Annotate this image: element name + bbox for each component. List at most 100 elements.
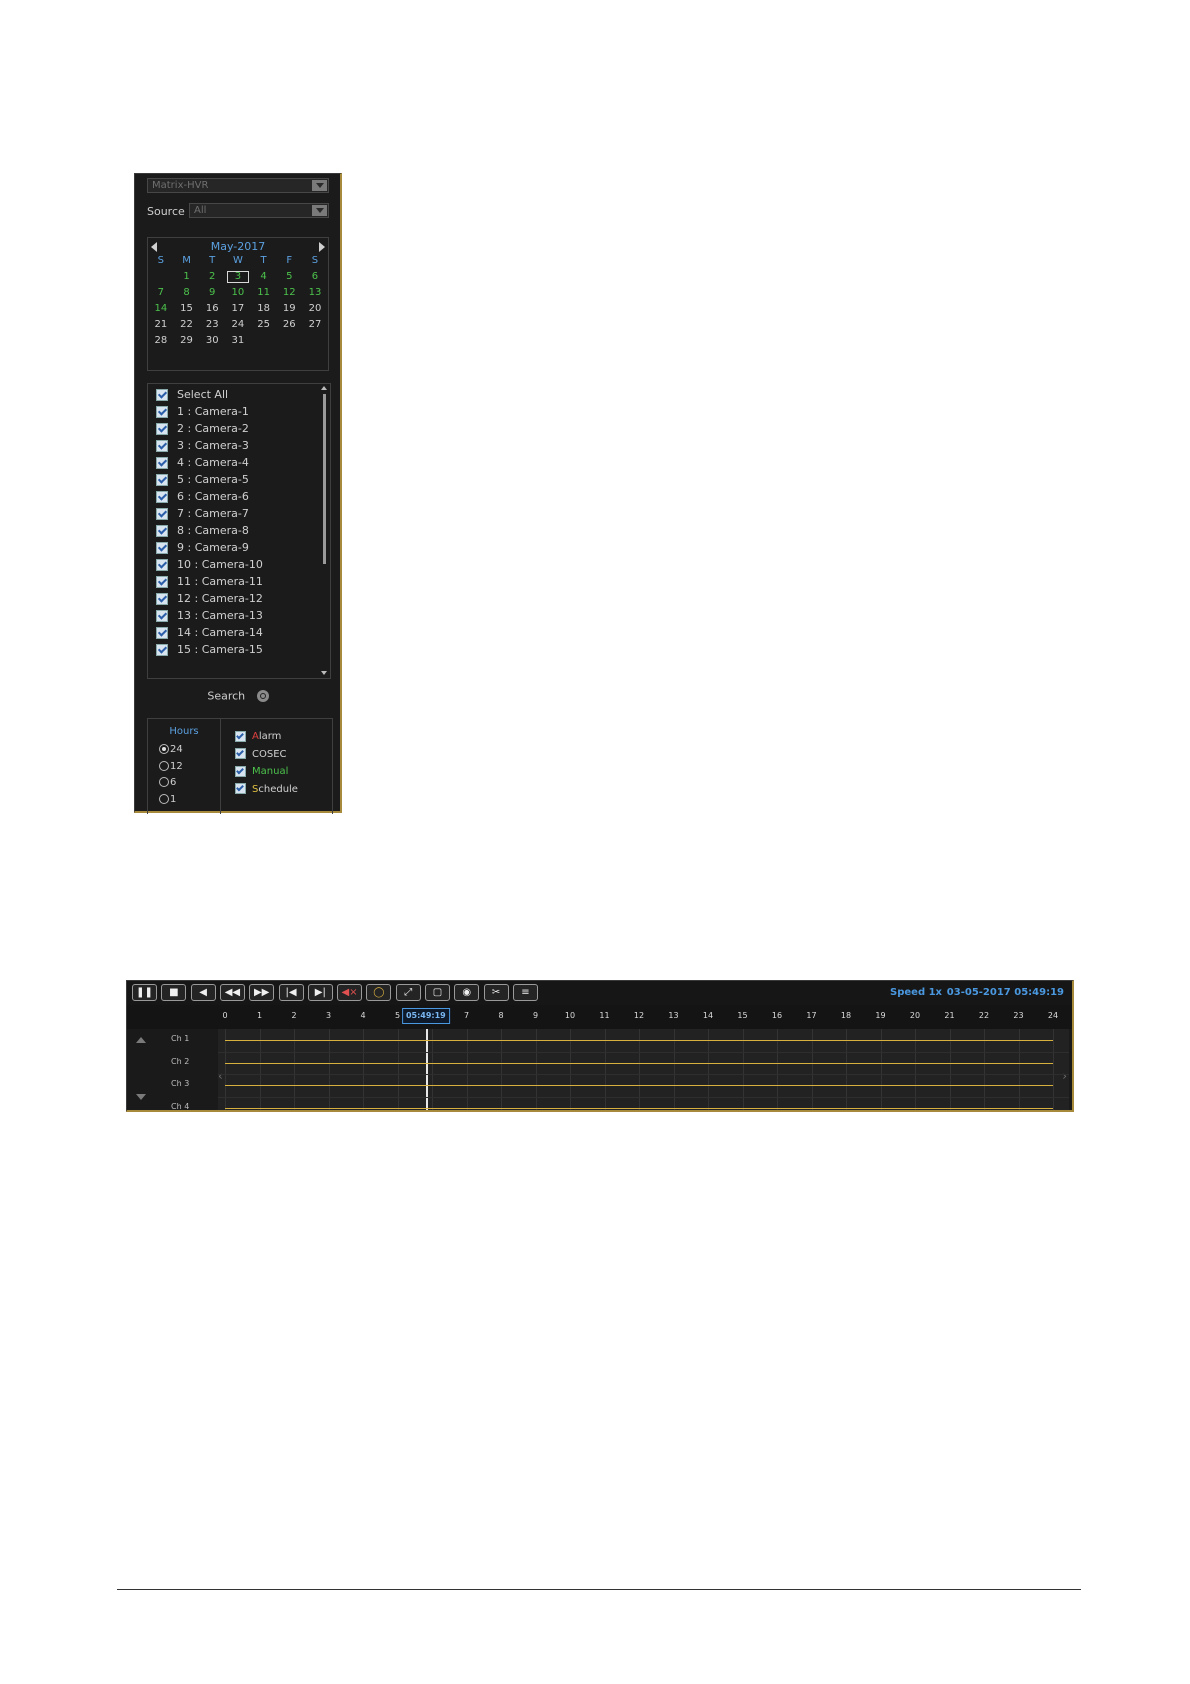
hours-option-24[interactable]: 24 [159, 743, 183, 757]
checkbox-checked-icon[interactable] [156, 423, 168, 435]
record-type-checkbox[interactable]: Schedule [235, 782, 298, 798]
camera-checkbox-item[interactable]: 14 : Camera-14 [156, 624, 263, 642]
stop-button[interactable]: ■ [161, 984, 187, 1001]
camera-checkbox-item[interactable]: 7 : Camera-7 [156, 505, 249, 523]
calendar-day[interactable]: 4 [251, 269, 277, 285]
camera-checkbox-item[interactable]: 15 : Camera-15 [156, 641, 263, 659]
calendar-day[interactable]: 18 [251, 301, 277, 317]
radio-icon[interactable] [159, 793, 169, 804]
checkbox-checked-icon[interactable] [156, 508, 168, 520]
recording-segment[interactable] [225, 1040, 1053, 1041]
checkbox-checked-icon[interactable] [156, 593, 168, 605]
timeline-left-icon[interactable]: ‹ [218, 1069, 223, 1083]
checkbox-checked-icon[interactable] [156, 440, 168, 452]
recording-segment[interactable] [225, 1062, 1053, 1064]
scroll-down-icon[interactable] [321, 671, 327, 675]
camera-checkbox-item[interactable]: 5 : Camera-5 [156, 471, 249, 489]
clip-button[interactable]: ✂ [483, 984, 509, 1001]
calendar-day[interactable]: 15 [174, 301, 200, 317]
channel-row[interactable]: Ch 1 [127, 1029, 215, 1051]
camera-checkbox-item[interactable]: 12 : Camera-12 [156, 590, 263, 608]
calendar-day[interactable]: 13 [302, 285, 328, 301]
recording-segment[interactable] [225, 1085, 1053, 1086]
channel-row[interactable]: Ch 3 [127, 1074, 215, 1096]
checkbox-checked-icon[interactable] [235, 730, 246, 742]
list-button[interactable]: ≡ [512, 984, 538, 1001]
checkbox-checked-icon[interactable] [156, 525, 168, 537]
hours-option-12[interactable]: 12 [159, 760, 183, 774]
fullscreen-button[interactable]: ⤢ [395, 984, 421, 1001]
calendar-day[interactable]: 14 [148, 301, 174, 317]
reverse-play-button[interactable]: ◀ [190, 984, 216, 1001]
camera-checkbox-item[interactable]: 9 : Camera-9 [156, 539, 249, 557]
calendar-day[interactable]: 31 [225, 333, 251, 349]
calendar-day[interactable]: 8 [174, 285, 200, 301]
timeline-right-icon[interactable]: › [1062, 1069, 1067, 1083]
mute-button[interactable]: ◀× [337, 984, 363, 1001]
hours-option-6[interactable]: 6 [159, 776, 176, 790]
checkbox-checked-icon[interactable] [156, 457, 168, 469]
calendar-day[interactable]: 21 [148, 317, 174, 333]
chevron-down-icon[interactable] [312, 180, 327, 191]
recording-segment[interactable] [225, 1107, 1053, 1109]
scroll-thumb[interactable] [323, 394, 326, 564]
calendar-day[interactable]: 5 [276, 269, 302, 285]
channel-row[interactable]: Ch 4 [127, 1097, 215, 1119]
radio-icon[interactable] [159, 744, 169, 754]
slow-button[interactable]: ◀◀ [219, 984, 245, 1001]
record-type-checkbox[interactable]: Alarm [235, 729, 281, 745]
calendar-day[interactable]: 7 [148, 285, 174, 301]
calendar-day[interactable]: 24 [225, 317, 251, 333]
camera-checkbox-item[interactable]: 3 : Camera-3 [156, 437, 249, 455]
calendar-day[interactable]: 22 [174, 317, 200, 333]
fast-button[interactable]: ▶▶ [249, 984, 275, 1001]
calendar-day[interactable]: 26 [276, 317, 302, 333]
record-type-checkbox[interactable]: COSEC [235, 747, 287, 763]
previous-frame-button[interactable]: |◀ [278, 984, 304, 1001]
calendar-day[interactable]: 29 [174, 333, 200, 349]
calendar-day[interactable]: 17 [225, 301, 251, 317]
device-dropdown[interactable]: Matrix-HVR [147, 178, 329, 193]
hours-option-1[interactable]: 1 [159, 793, 176, 807]
calendar-day[interactable]: 20 [302, 301, 328, 317]
calendar-day[interactable]: 2 [199, 269, 225, 285]
checkbox-checked-icon[interactable] [156, 406, 168, 418]
checkbox-checked-icon[interactable] [156, 559, 168, 571]
camera-checkbox-item[interactable]: 1 : Camera-1 [156, 403, 249, 421]
search-button[interactable]: Search [135, 689, 341, 709]
calendar-day[interactable]: 11 [251, 285, 277, 301]
checkbox-checked-icon[interactable] [156, 491, 168, 503]
checkbox-checked-icon[interactable] [156, 576, 168, 588]
chevron-down-icon[interactable] [312, 205, 327, 216]
pause-button[interactable]: ❚❚ [132, 984, 157, 1001]
checkbox-checked-icon[interactable] [235, 748, 246, 759]
radio-icon[interactable] [159, 760, 169, 771]
checkbox-checked-icon[interactable] [156, 389, 168, 401]
next-frame-button[interactable]: ▶| [307, 984, 333, 1001]
digital-zoom-button[interactable]: ◯ [366, 984, 392, 1001]
calendar-day[interactable]: 23 [199, 317, 225, 333]
checkbox-checked-icon[interactable] [156, 474, 168, 486]
camera-checkbox-item[interactable]: 4 : Camera-4 [156, 454, 249, 472]
camera-list-scrollbar[interactable] [323, 390, 326, 676]
calendar-day[interactable]: 16 [199, 301, 225, 317]
timeline-track-area[interactable]: ‹ › [218, 1029, 1069, 1110]
layout-button[interactable]: ▢ [425, 984, 450, 1001]
checkbox-checked-icon[interactable] [156, 627, 168, 639]
record-type-checkbox[interactable]: Manual [235, 764, 288, 780]
calendar-day[interactable]: 3 [225, 269, 251, 285]
channel-row[interactable]: Ch 2 [127, 1052, 215, 1074]
calendar-day[interactable]: 6 [302, 269, 328, 285]
playhead[interactable] [425, 1029, 428, 1110]
calendar-day[interactable]: 9 [199, 285, 225, 301]
calendar-day[interactable]: 19 [276, 301, 302, 317]
checkbox-checked-icon[interactable] [156, 610, 168, 622]
calendar-day[interactable]: 28 [148, 333, 174, 349]
camera-checkbox-item[interactable]: 11 : Camera-11 [156, 573, 263, 591]
calendar-day[interactable]: 30 [199, 333, 225, 349]
camera-checkbox-item[interactable]: 2 : Camera-2 [156, 420, 249, 438]
calendar-day[interactable]: 1 [174, 269, 200, 285]
checkbox-checked-icon[interactable] [235, 765, 246, 777]
snapshot-button[interactable]: ◉ [454, 984, 480, 1001]
camera-checkbox-item[interactable]: 13 : Camera-13 [156, 607, 263, 625]
